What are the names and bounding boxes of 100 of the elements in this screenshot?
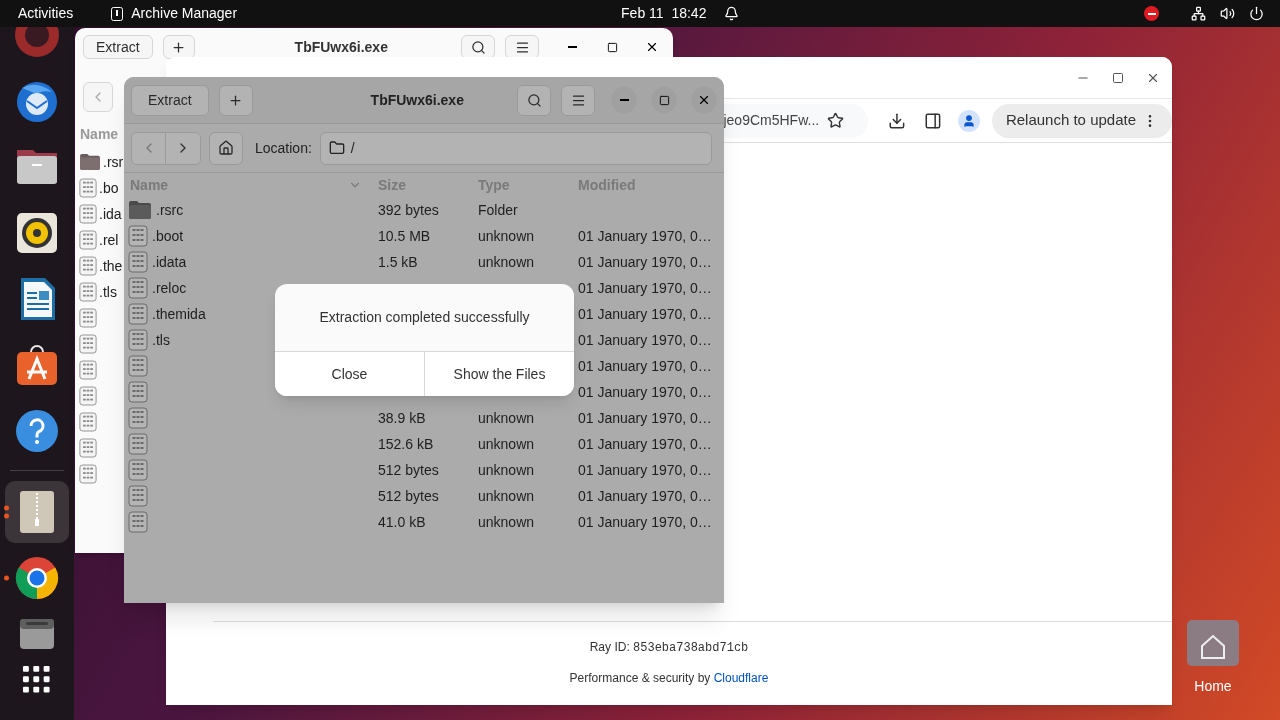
modified-date: 01 January 1970, 0…	[578, 279, 712, 296]
side-panel-icon[interactable]	[924, 111, 943, 130]
binary-file-icon	[128, 251, 148, 273]
file-size: 1.5 kB	[378, 253, 418, 270]
close-icon	[645, 40, 659, 54]
modified-date: 01 January 1970, 0…	[578, 435, 712, 452]
minimize-icon	[567, 46, 577, 48]
menu-icon	[570, 92, 586, 108]
notification-bell-icon	[724, 6, 740, 21]
modified-date: 01 January 1970, 0…	[578, 383, 712, 400]
home-button[interactable]	[209, 131, 243, 165]
help-icon[interactable]	[14, 408, 60, 454]
dialog-button[interactable]: Close	[275, 352, 424, 396]
do-not-disturb-icon[interactable]	[1144, 6, 1159, 21]
speaker-icon[interactable]	[14, 210, 60, 256]
minimize-button[interactable]	[611, 87, 637, 113]
file-name: .the	[99, 256, 123, 276]
menu-icon	[514, 39, 530, 55]
search-icon	[470, 39, 486, 55]
extract-button[interactable]: Extract	[83, 35, 153, 59]
cloudflare-link[interactable]: Cloudflare	[713, 671, 769, 685]
menu-button[interactable]	[561, 84, 595, 116]
file-size: 152.6 kB	[378, 435, 434, 452]
close-button[interactable]	[691, 87, 717, 113]
dialog-message: Extraction completed successfully	[318, 308, 531, 327]
close-icon	[697, 93, 711, 107]
file-type: unknown	[478, 253, 535, 270]
home-folder-icon[interactable]	[1185, 618, 1241, 668]
download-icon[interactable]	[888, 111, 907, 130]
maximize-button[interactable]	[1112, 71, 1124, 84]
file-name: .tls	[99, 282, 117, 302]
binary-file-icon	[128, 407, 148, 429]
bookmark-star-icon[interactable]	[827, 112, 845, 129]
folder-icon	[128, 200, 152, 220]
binary-file-icon	[79, 386, 97, 406]
minimize-icon	[619, 99, 629, 101]
file-name: .rsrc	[156, 200, 184, 220]
binary-file-icon	[79, 178, 97, 198]
file-type: unknown	[478, 513, 535, 530]
file-type: unknown	[478, 409, 535, 426]
file-size: 10.5 MB	[378, 227, 431, 244]
url-text: jeo9Cm5HFw...	[723, 111, 820, 130]
network-icon[interactable]	[1191, 6, 1206, 21]
binary-file-icon	[128, 381, 148, 403]
maximize-icon	[606, 41, 618, 53]
file-type: unknown	[478, 227, 535, 244]
dialog-button[interactable]: Show the Files	[424, 352, 574, 396]
app-menu[interactable]: Archive Manager	[131, 3, 238, 24]
file-name: .idata	[152, 252, 187, 272]
folder-icon	[328, 140, 345, 156]
binary-file-icon	[128, 277, 148, 299]
file-name: .ida	[99, 204, 122, 224]
binary-file-icon	[79, 308, 97, 328]
file-type: unknown	[478, 435, 535, 452]
clock[interactable]: Feb 11 18:42	[621, 3, 707, 24]
ray-id-text: Ray ID: 853eba738abd71cb	[589, 639, 749, 657]
menu-button[interactable]	[505, 35, 539, 59]
search-icon	[526, 92, 542, 108]
shopping-bag-icon[interactable]	[14, 342, 60, 388]
zipper-archive-icon	[111, 6, 124, 21]
location-field[interactable]: /	[319, 131, 712, 165]
binary-file-icon	[128, 459, 148, 481]
binary-file-icon	[128, 225, 148, 247]
modified-date: 01 January 1970, 0…	[578, 305, 712, 322]
binary-file-icon	[79, 230, 97, 250]
binary-file-icon	[128, 303, 148, 325]
binary-file-icon	[128, 355, 148, 377]
volume-icon[interactable]	[1220, 6, 1235, 21]
binary-file-icon	[128, 433, 148, 455]
file-name: .rel	[99, 230, 119, 250]
binary-file-icon	[79, 256, 97, 276]
relaunch-button[interactable]: Relaunch to update	[991, 103, 1172, 138]
binary-file-icon	[128, 329, 148, 351]
power-icon[interactable]	[1249, 6, 1264, 21]
dock-item[interactable]	[5, 481, 69, 543]
activities-button[interactable]: Activities	[18, 3, 74, 24]
binary-file-icon	[79, 464, 97, 484]
file-size: 512 bytes	[378, 461, 439, 478]
search-button[interactable]	[461, 35, 495, 59]
extract-button[interactable]: Extract	[131, 84, 209, 116]
modified-date: 01 January 1970, 0…	[578, 461, 712, 478]
binary-file-icon	[79, 360, 97, 380]
binary-file-icon	[79, 204, 97, 224]
browser-logo-icon[interactable]	[14, 555, 60, 601]
add-button[interactable]	[162, 35, 195, 59]
file-size: 41.0 kB	[378, 513, 426, 530]
file-type: unknown	[478, 461, 535, 478]
file-type: unknown	[478, 487, 535, 504]
file-size: 512 bytes	[378, 487, 439, 504]
column-header: Name	[80, 125, 120, 144]
binary-file-icon	[79, 334, 97, 354]
folder-icon	[79, 153, 101, 171]
home-icon	[218, 140, 234, 156]
modified-date: 01 January 1970, 0…	[578, 253, 712, 270]
plus-icon	[228, 92, 244, 108]
maximize-button[interactable]	[651, 87, 677, 113]
profile-avatar[interactable]	[958, 109, 980, 132]
file-size: 392 bytes	[378, 201, 439, 218]
search-button[interactable]	[517, 84, 551, 116]
binary-file-icon	[128, 511, 148, 533]
